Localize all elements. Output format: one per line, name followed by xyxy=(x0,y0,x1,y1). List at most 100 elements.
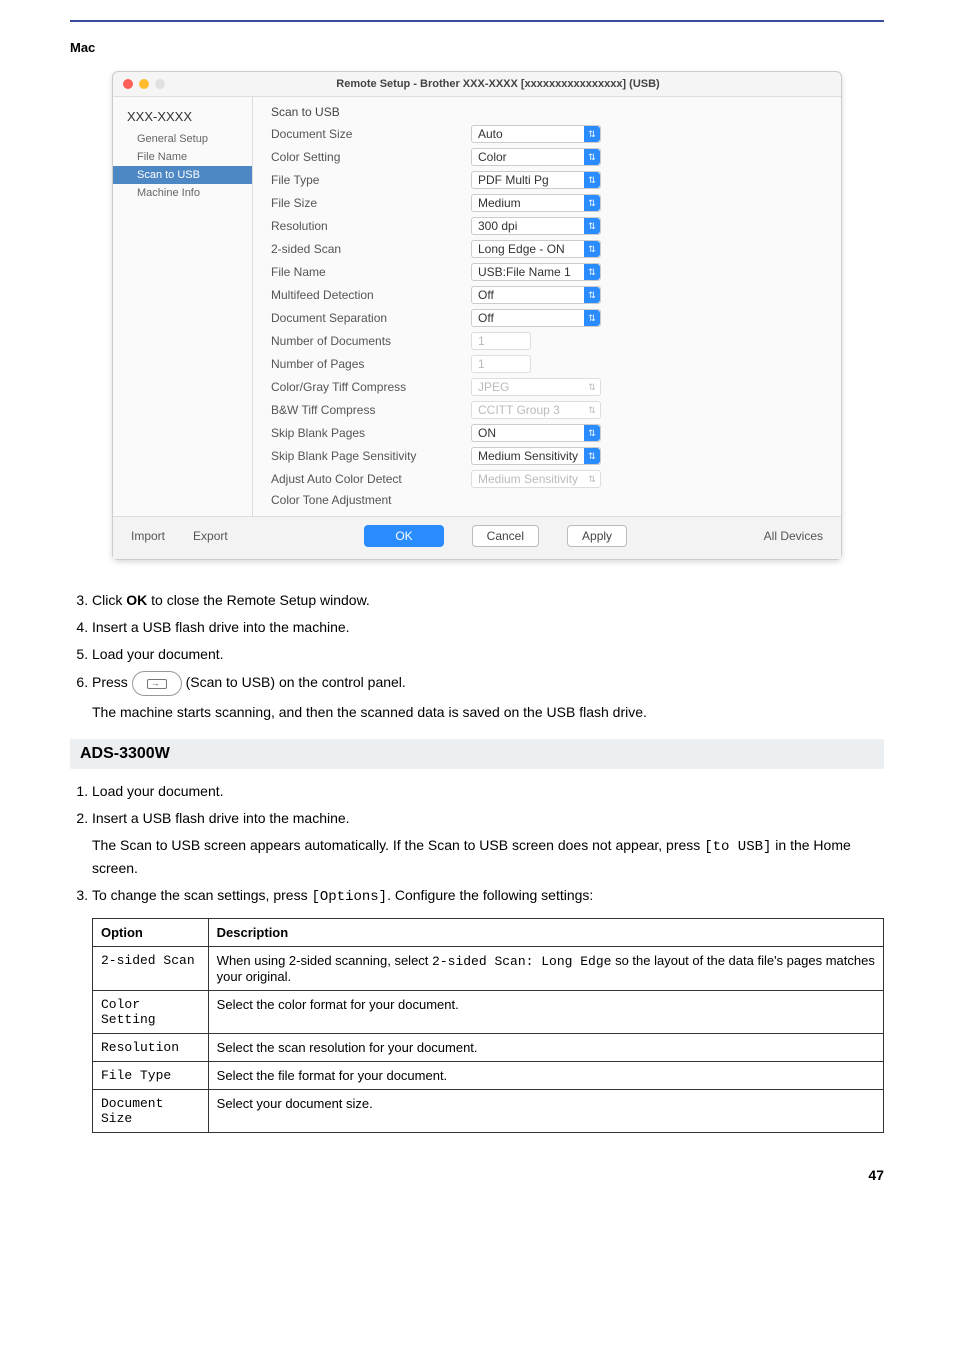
step-b2-note: The Scan to USB screen appears automatic… xyxy=(92,835,884,879)
option-name: File Type xyxy=(93,1062,209,1090)
chevron-updown-icon: ⇅ xyxy=(584,218,600,234)
sidebar-item-scan-to-usb[interactable]: Scan to USB xyxy=(113,166,252,184)
setting-label: Adjust Auto Color Detect xyxy=(271,472,471,486)
sidebar-item-general-setup[interactable]: General Setup xyxy=(113,130,252,148)
setting-select[interactable]: ON⇅ xyxy=(471,424,601,442)
setting-row: 2-sided ScanLong Edge - ON⇅ xyxy=(271,240,823,258)
step-6: Press (Scan to USB) on the control panel… xyxy=(92,671,884,723)
setting-label: 2-sided Scan xyxy=(271,242,471,256)
setting-label: Color/Gray Tiff Compress xyxy=(271,380,471,394)
setting-label: Document Size xyxy=(271,127,471,141)
all-devices-button[interactable]: All Devices xyxy=(764,529,823,543)
setting-select[interactable]: Long Edge - ON⇅ xyxy=(471,240,601,258)
setting-select[interactable]: Auto⇅ xyxy=(471,125,601,143)
setting-select[interactable]: USB:File Name 1⇅ xyxy=(471,263,601,281)
import-button[interactable]: Import xyxy=(131,529,165,543)
setting-row: Adjust Auto Color DetectMedium Sensitivi… xyxy=(271,470,823,488)
chevron-updown-icon: ⇅ xyxy=(584,310,600,326)
setting-label: Number of Pages xyxy=(271,357,471,371)
option-description: Select the scan resolution for your docu… xyxy=(208,1034,883,1062)
setting-row: Color SettingColor⇅ xyxy=(271,148,823,166)
setting-row: Multifeed DetectionOff⇅ xyxy=(271,286,823,304)
setting-row: Document SeparationOff⇅ xyxy=(271,309,823,327)
step-3: Click OK to close the Remote Setup windo… xyxy=(92,590,884,611)
close-icon[interactable] xyxy=(123,79,133,89)
window-title: Remote Setup - Brother XXX-XXXX [xxxxxxx… xyxy=(165,78,831,90)
setting-label: B&W Tiff Compress xyxy=(271,403,471,417)
chevron-updown-icon: ⇅ xyxy=(584,448,600,464)
table-row: File TypeSelect the file format for your… xyxy=(93,1062,884,1090)
table-row: Document SizeSelect your document size. xyxy=(93,1090,884,1133)
setting-select[interactable]: Off⇅ xyxy=(471,309,601,327)
setting-select[interactable]: 300 dpi⇅ xyxy=(471,217,601,235)
setting-label: Skip Blank Page Sensitivity xyxy=(271,449,471,463)
scan-to-usb-button-icon xyxy=(132,671,182,696)
export-button[interactable]: Export xyxy=(193,529,228,543)
chevron-updown-icon: ⇅ xyxy=(584,172,600,188)
setting-row: Color Tone Adjustment xyxy=(271,493,823,507)
scan-icon xyxy=(147,679,167,689)
setting-select[interactable]: PDF Multi Pg⇅ xyxy=(471,171,601,189)
setting-label: Number of Documents xyxy=(271,334,471,348)
sidebar: XXX-XXXX General Setup File Name Scan to… xyxy=(113,97,253,516)
steps-list-a: Click OK to close the Remote Setup windo… xyxy=(70,590,884,723)
table-row: 2-sided ScanWhen using 2-sided scanning,… xyxy=(93,947,884,991)
chevron-updown-icon: ⇅ xyxy=(584,195,600,211)
setting-label: Document Separation xyxy=(271,311,471,325)
chevron-updown-icon: ⇅ xyxy=(584,264,600,280)
option-description: Select the file format for your document… xyxy=(208,1062,883,1090)
setting-select: Medium Sensitivity⇅ xyxy=(471,470,601,488)
option-name: Resolution xyxy=(93,1034,209,1062)
ok-button[interactable]: OK xyxy=(364,525,443,547)
options-header-description: Description xyxy=(208,919,883,947)
steps-list-b: Load your document. Insert a USB flash d… xyxy=(70,781,884,908)
chevron-updown-icon: ⇅ xyxy=(584,425,600,441)
step-b3: To change the scan settings, press [Opti… xyxy=(92,885,884,908)
options-table: Option Description 2-sided ScanWhen usin… xyxy=(92,918,884,1133)
setting-label: Color Tone Adjustment xyxy=(271,493,471,507)
chevron-updown-icon: ⇅ xyxy=(584,287,600,303)
zoom-icon xyxy=(155,79,165,89)
options-header-option: Option xyxy=(93,919,209,947)
setting-select[interactable]: Off⇅ xyxy=(471,286,601,304)
chevron-updown-icon: ⇅ xyxy=(584,471,600,487)
remote-setup-window: Remote Setup - Brother XXX-XXXX [xxxxxxx… xyxy=(112,71,842,560)
setting-label: Color Setting xyxy=(271,150,471,164)
step-4: Insert a USB flash drive into the machin… xyxy=(92,617,884,638)
setting-label: File Type xyxy=(271,173,471,187)
setting-select: CCITT Group 3⇅ xyxy=(471,401,601,419)
option-description: Select the color format for your documen… xyxy=(208,991,883,1034)
setting-row: Resolution300 dpi⇅ xyxy=(271,217,823,235)
step-b2: Insert a USB flash drive into the machin… xyxy=(92,808,884,879)
apply-button[interactable]: Apply xyxy=(567,525,627,547)
setting-row: File TypePDF Multi Pg⇅ xyxy=(271,171,823,189)
option-description: When using 2-sided scanning, select 2-si… xyxy=(208,947,883,991)
setting-select[interactable]: Color⇅ xyxy=(471,148,601,166)
chevron-updown-icon: ⇅ xyxy=(584,379,600,395)
step-6-note: The machine starts scanning, and then th… xyxy=(92,702,884,723)
setting-row: File NameUSB:File Name 1⇅ xyxy=(271,263,823,281)
sidebar-item-file-name[interactable]: File Name xyxy=(113,148,252,166)
chevron-updown-icon: ⇅ xyxy=(584,149,600,165)
setting-label: Skip Blank Pages xyxy=(271,426,471,440)
cancel-button[interactable]: Cancel xyxy=(472,525,539,547)
option-name: Color Setting xyxy=(93,991,209,1034)
mac-heading: Mac xyxy=(70,40,884,55)
step-5: Load your document. xyxy=(92,644,884,665)
setting-row: Number of Pages1 xyxy=(271,355,823,373)
setting-row: File SizeMedium⇅ xyxy=(271,194,823,212)
table-row: Color SettingSelect the color format for… xyxy=(93,991,884,1034)
setting-row: Skip Blank Page SensitivityMedium Sensit… xyxy=(271,447,823,465)
step-b1: Load your document. xyxy=(92,781,884,802)
chevron-updown-icon: ⇅ xyxy=(584,402,600,418)
sidebar-item-machine-info[interactable]: Machine Info xyxy=(113,184,252,202)
minimize-icon[interactable] xyxy=(139,79,149,89)
setting-select[interactable]: Medium Sensitivity⇅ xyxy=(471,447,601,465)
panel-title: Scan to USB xyxy=(271,105,823,119)
setting-select: JPEG⇅ xyxy=(471,378,601,396)
model-header: ADS-3300W xyxy=(70,739,884,769)
sidebar-root[interactable]: XXX-XXXX xyxy=(113,105,252,130)
setting-select[interactable]: Medium⇅ xyxy=(471,194,601,212)
table-row: ResolutionSelect the scan resolution for… xyxy=(93,1034,884,1062)
setting-row: Color/Gray Tiff CompressJPEG⇅ xyxy=(271,378,823,396)
